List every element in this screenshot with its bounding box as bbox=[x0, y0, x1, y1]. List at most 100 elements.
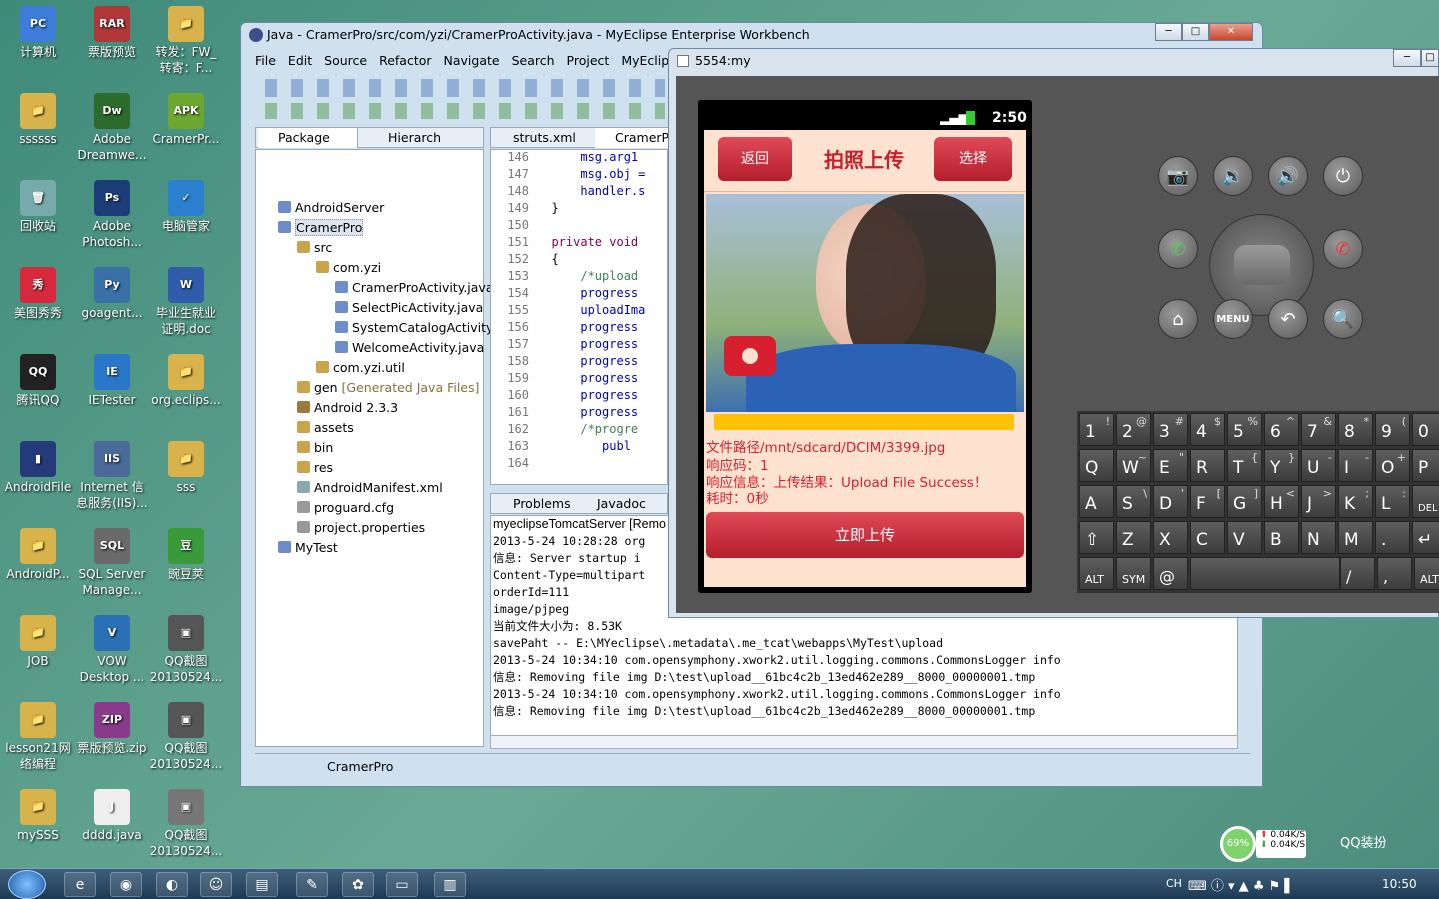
key-K[interactable]: K; bbox=[1338, 485, 1373, 518]
desktop-icon[interactable]: Jdddd.java bbox=[74, 789, 150, 843]
menu-item[interactable]: Navigate bbox=[444, 53, 500, 68]
key-9[interactable]: 9( bbox=[1375, 413, 1410, 446]
key-F[interactable]: F[ bbox=[1190, 485, 1225, 518]
desktop-icon[interactable]: ▣ QQ截图 20130524... bbox=[148, 789, 224, 859]
key-Q[interactable]: Q bbox=[1079, 449, 1114, 482]
desktop-icon[interactable]: 📁 转发：FW_ 转寄：F... bbox=[148, 6, 224, 76]
menu-item[interactable]: File bbox=[255, 53, 276, 68]
tree-item[interactable]: AndroidServer bbox=[278, 200, 384, 215]
qq-taskbar-icon[interactable]: ☺ bbox=[200, 872, 232, 897]
desktop-icon[interactable]: SQL SQL Server Manage... bbox=[74, 528, 150, 598]
key-T[interactable]: T{ bbox=[1227, 449, 1262, 482]
dpad-center[interactable] bbox=[1234, 245, 1290, 285]
key-5[interactable]: 5% bbox=[1227, 413, 1262, 446]
notepad-taskbar-icon[interactable]: ✎ bbox=[296, 872, 328, 897]
tree-item[interactable]: gen [Generated Java Files] bbox=[297, 380, 479, 395]
key-W[interactable]: W ~ bbox=[1116, 449, 1151, 482]
key-Y[interactable]: Y} bbox=[1264, 449, 1299, 482]
key-⇧[interactable]: ⇧ bbox=[1079, 521, 1114, 554]
key-↵[interactable]: ↵ bbox=[1412, 521, 1439, 554]
tree-item[interactable]: WelcomeActivity.java bbox=[335, 340, 484, 355]
desktop-icon[interactable]: 📁 mySSS bbox=[0, 789, 76, 843]
tree-item[interactable]: project.properties bbox=[297, 520, 425, 535]
desktop-icon[interactable]: IIS Internet 信 息服务(IIS)... bbox=[74, 441, 150, 511]
menu-button[interactable]: MENU bbox=[1213, 299, 1253, 339]
tree-item[interactable]: SystemCatalogActivity bbox=[335, 320, 493, 335]
key-U[interactable]: U- bbox=[1301, 449, 1336, 482]
start-button[interactable] bbox=[8, 870, 46, 899]
tray-icons[interactable]: ⌨ ⓘ ▾ ▲ ♣ ⚑ ▌ bbox=[1188, 875, 1294, 894]
desktop-icon[interactable]: ZIP 票版预览.zip bbox=[74, 702, 150, 756]
key-8[interactable]: 8 * bbox=[1338, 413, 1373, 446]
key-H[interactable]: H < bbox=[1264, 485, 1299, 518]
key-3[interactable]: 3 # bbox=[1153, 413, 1188, 446]
desktop-icon[interactable]: ✓ 电脑管家 bbox=[148, 180, 224, 234]
key-L[interactable]: L: bbox=[1375, 485, 1410, 518]
tree-item[interactable]: Android 2.3.3 bbox=[297, 400, 398, 415]
key-C[interactable]: C bbox=[1190, 521, 1225, 554]
key-O[interactable]: O + bbox=[1375, 449, 1410, 482]
tab-javadoc[interactable]: Javadoc bbox=[577, 494, 646, 514]
desktop-icon[interactable]: APK CramerPr... bbox=[148, 93, 224, 147]
tree-item[interactable]: bin bbox=[297, 440, 333, 455]
desktop-icon[interactable]: 📁 ssssss bbox=[0, 93, 76, 147]
tree-item[interactable]: CramerPro bbox=[278, 219, 364, 236]
maximize-button[interactable]: □ bbox=[1182, 23, 1209, 41]
desktop-icon[interactable]: 📁 JOB bbox=[0, 615, 76, 669]
key-DEL[interactable]: DEL bbox=[1412, 485, 1439, 518]
desktop-icon[interactable]: Py goagent... bbox=[74, 267, 150, 321]
key-.[interactable]: . bbox=[1375, 521, 1410, 554]
tab-problems[interactable]: Problems bbox=[493, 494, 571, 514]
key-bottom-row[interactable]: / bbox=[1340, 557, 1375, 590]
home-button[interactable]: ⌂ bbox=[1158, 299, 1198, 339]
explorer-taskbar-icon[interactable]: ▤ bbox=[246, 872, 278, 897]
key-bottom-row[interactable]: SYM bbox=[1116, 557, 1151, 590]
emu-maximize-button[interactable]: □ bbox=[1421, 49, 1439, 67]
camera-add-icon[interactable] bbox=[724, 336, 776, 376]
tree-item[interactable]: MyTest bbox=[278, 540, 338, 555]
key-V[interactable]: V bbox=[1227, 521, 1262, 554]
menu-item[interactable]: Search bbox=[512, 53, 555, 68]
menu-item[interactable]: Project bbox=[567, 53, 610, 68]
tab-struts[interactable]: struts.xml bbox=[493, 128, 576, 148]
desktop-icon[interactable]: 📁 AndroidP... bbox=[0, 528, 76, 582]
ie-taskbar-icon[interactable]: e bbox=[64, 872, 96, 897]
key-bottom-row[interactable]: ALT bbox=[1079, 557, 1114, 590]
photo-preview[interactable] bbox=[706, 194, 1024, 412]
key-D[interactable]: D ' bbox=[1153, 485, 1188, 518]
key-Z[interactable]: Z bbox=[1116, 521, 1151, 554]
power-button[interactable]: ⏻ bbox=[1323, 156, 1363, 196]
lang-indicator[interactable]: CH bbox=[1166, 877, 1182, 890]
desktop-icon[interactable]: ▮ AndroidFile bbox=[0, 441, 76, 495]
menu-item[interactable]: Edit bbox=[288, 53, 312, 68]
upload-now-button[interactable]: 立即上传 bbox=[706, 512, 1024, 558]
volume-up-button[interactable]: 🔊 bbox=[1268, 156, 1308, 196]
key-bottom-row[interactable]: @ bbox=[1153, 557, 1188, 590]
select-button[interactable]: 选择 bbox=[934, 137, 1012, 181]
key-bottom-row[interactable] bbox=[1190, 557, 1340, 590]
menu-item[interactable]: Source bbox=[324, 53, 367, 68]
myeclipse-taskbar-icon[interactable]: ◐ bbox=[156, 872, 188, 897]
key-7[interactable]: 7 & bbox=[1301, 413, 1336, 446]
key-G[interactable]: G] bbox=[1227, 485, 1262, 518]
tree-item[interactable]: com.yzi bbox=[316, 260, 381, 275]
search-hw-button[interactable]: 🔍 bbox=[1323, 299, 1363, 339]
tab-cramer[interactable]: CramerP bbox=[595, 128, 669, 148]
tree-item[interactable]: CramerProActivity.java bbox=[335, 280, 494, 295]
desktop-icon[interactable]: 📁 sss bbox=[148, 441, 224, 495]
desktop-icon[interactable]: 📁 org.eclips... bbox=[148, 354, 224, 408]
emulator-taskbar-icon[interactable]: ▥ bbox=[434, 872, 466, 897]
desktop-icon[interactable]: 📁 lesson21网 络编程 bbox=[0, 702, 76, 772]
key-X[interactable]: X bbox=[1153, 521, 1188, 554]
tree-item[interactable]: com.yzi.util bbox=[316, 360, 405, 375]
tree-item[interactable]: src bbox=[297, 240, 332, 255]
tree-item[interactable]: res bbox=[297, 460, 333, 475]
tab-package[interactable]: Package bbox=[258, 128, 358, 148]
tab-hierarchy[interactable]: Hierarch bbox=[368, 128, 441, 148]
back-button[interactable]: 返回 bbox=[718, 137, 792, 181]
key-P[interactable]: P bbox=[1412, 449, 1439, 482]
key-J[interactable]: J > bbox=[1301, 485, 1336, 518]
call-button[interactable]: ✆ bbox=[1158, 229, 1198, 269]
key-M[interactable]: M bbox=[1338, 521, 1373, 554]
key-6[interactable]: 6 ^ bbox=[1264, 413, 1299, 446]
